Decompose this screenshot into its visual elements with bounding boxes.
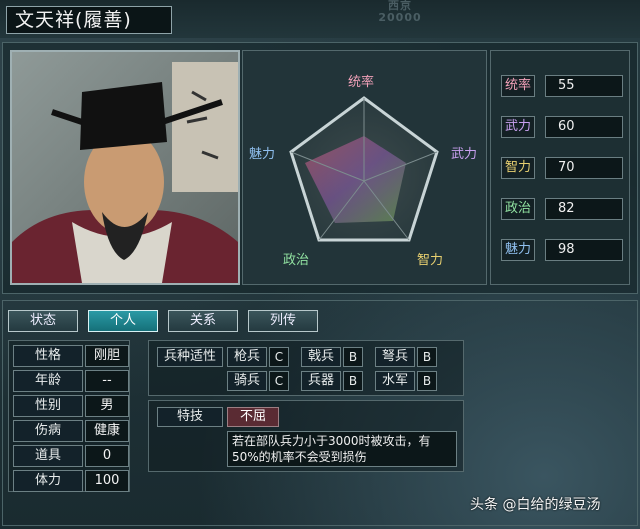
unit-grade: B (417, 347, 437, 367)
radar-label-war: 武力 (451, 147, 478, 162)
unit-grade: B (343, 347, 363, 367)
unit-grade: B (417, 371, 437, 391)
unit-name: 水军 (375, 371, 415, 391)
unit-grade: B (343, 371, 363, 391)
tab-personal[interactable]: 个人 (88, 310, 158, 332)
skill-description: 若在部队兵力小于3000时被攻击，有50%的机率不会受到损伤 (227, 431, 457, 467)
aptitude-header: 兵种适性 (157, 347, 223, 367)
tab-biography[interactable]: 列传 (248, 310, 318, 332)
info-value: 0 (85, 445, 129, 467)
officer-name-title: 文天祥(履善) (6, 6, 172, 34)
radar-label-politics: 政治 (283, 253, 310, 268)
info-label: 年龄 (13, 370, 83, 392)
radar-label-intelligence: 智力 (417, 253, 444, 268)
radar-label-charm: 魅力 (249, 147, 276, 162)
skill-label: 特技 (157, 407, 223, 427)
info-value: 男 (85, 395, 129, 417)
info-value: 100 (85, 470, 129, 492)
tab-status[interactable]: 状态 (8, 310, 78, 332)
stat-value: 98 (545, 239, 623, 261)
unit-grade: C (269, 371, 289, 391)
stat-label: 魅力 (501, 239, 535, 261)
personal-info-panel: 性格 刚胆 年龄 -- 性别 男 伤病 健康 道具 0 体力 100 (8, 340, 130, 492)
radar-label-leadership: 统率 (348, 75, 375, 90)
unit-name: 弩兵 (375, 347, 415, 367)
header-bar: 西京 20000 文天祥(履善) (0, 0, 640, 38)
skill-name[interactable]: 不屈 (227, 407, 279, 427)
stat-label: 政治 (501, 198, 535, 220)
portrait-image (12, 52, 238, 283)
tab-relations[interactable]: 关系 (168, 310, 238, 332)
stat-label: 武力 (501, 116, 535, 138)
watermark: 头条 @白给的绿豆汤 (470, 497, 601, 513)
unit-name: 兵器 (301, 371, 341, 391)
info-value: 健康 (85, 420, 129, 442)
info-label: 道具 (13, 445, 83, 467)
unit-name: 骑兵 (227, 371, 267, 391)
info-label: 体力 (13, 470, 83, 492)
header-gold-display: 西京 20000 (350, 0, 450, 26)
attribute-radar-chart: 统率 武力 智力 政治 魅力 (242, 50, 487, 285)
unit-name: 枪兵 (227, 347, 267, 367)
stat-value: 60 (545, 116, 623, 138)
troop-aptitude-panel: 兵种适性 枪兵 C 戟兵 B 弩兵 B 骑兵 C 兵器 B 水军 B (148, 340, 464, 396)
stat-value: 82 (545, 198, 623, 220)
info-value: -- (85, 370, 129, 392)
officer-portrait (10, 50, 240, 285)
header-gold-value: 20000 (378, 11, 422, 24)
stat-value: 55 (545, 75, 623, 97)
unit-grade: C (269, 347, 289, 367)
stat-label: 智力 (501, 157, 535, 179)
stats-panel: 统率 55 武力 60 智力 70 政治 82 魅力 98 (490, 50, 630, 285)
stat-value: 70 (545, 157, 623, 179)
special-skill-panel: 特技 不屈 若在部队兵力小于3000时被攻击，有50%的机率不会受到损伤 (148, 400, 464, 472)
info-value: 刚胆 (85, 345, 129, 367)
info-label: 性格 (13, 345, 83, 367)
stat-label: 统率 (501, 75, 535, 97)
info-label: 性别 (13, 395, 83, 417)
unit-name: 戟兵 (301, 347, 341, 367)
info-label: 伤病 (13, 420, 83, 442)
